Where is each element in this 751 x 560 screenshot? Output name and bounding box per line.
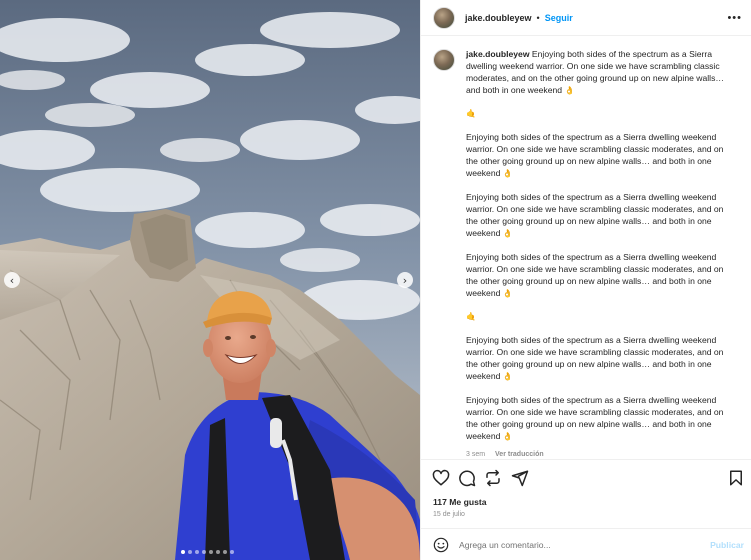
caption-emoji: 👌 bbox=[502, 229, 513, 238]
caption-avatar[interactable] bbox=[433, 49, 455, 71]
carousel-dot bbox=[230, 550, 234, 554]
caption-paragraph: 🤙 bbox=[466, 312, 476, 321]
comment-input[interactable] bbox=[459, 539, 699, 550]
climber-photo bbox=[0, 0, 420, 560]
share-icon[interactable] bbox=[511, 469, 529, 487]
caption-meta: 3 sem Ver traducción bbox=[466, 449, 732, 459]
caption-emoji: 👌 bbox=[502, 432, 513, 441]
likes-count[interactable]: 117 Me gusta bbox=[433, 497, 487, 507]
publish-button[interactable]: Publicar bbox=[710, 540, 744, 550]
caption-emoji: 👌 bbox=[564, 86, 575, 95]
caption-paragraph: 🤙 bbox=[466, 109, 476, 118]
repost-icon[interactable] bbox=[484, 469, 502, 487]
chevron-right-icon: › bbox=[402, 273, 408, 287]
bookmark-icon[interactable] bbox=[727, 469, 745, 487]
caption-paragraph: Enjoying both sides of the spectrum as a… bbox=[466, 131, 732, 180]
follow-button[interactable]: Seguir bbox=[545, 13, 573, 23]
carousel-dot bbox=[202, 550, 206, 554]
post-time-ago: 3 sem bbox=[466, 451, 486, 458]
caption-emoji: 👌 bbox=[502, 289, 513, 298]
caption-body: jake.doubleyew Enjoying both sides of th… bbox=[466, 48, 732, 459]
avatar[interactable] bbox=[433, 6, 455, 29]
chevron-left-icon: ‹ bbox=[9, 273, 15, 287]
more-options-icon[interactable]: ••• bbox=[727, 12, 742, 24]
carousel-dot bbox=[188, 550, 192, 554]
comments-scroll-area[interactable]: jake.doubleyew Enjoying both sides of th… bbox=[421, 37, 751, 459]
caption-username[interactable]: jake.doubleyew bbox=[466, 49, 530, 59]
like-heart-icon[interactable] bbox=[432, 469, 450, 487]
translate-link[interactable]: Ver traducción bbox=[495, 451, 544, 458]
caption-paragraph: Enjoying both sides of the spectrum as a… bbox=[466, 251, 732, 300]
comment-composer: Publicar bbox=[421, 528, 751, 560]
caption-paragraph: Enjoying both sides of the spectrum as a… bbox=[466, 334, 732, 383]
caption-paragraph: Enjoying both sides of the spectrum as a… bbox=[466, 191, 732, 240]
post-date: 15 de julio bbox=[433, 511, 465, 518]
caption-paragraph: Enjoying both sides of the spectrum as a… bbox=[466, 394, 732, 443]
carousel-dot bbox=[223, 550, 227, 554]
emoji-picker-icon[interactable] bbox=[433, 537, 449, 553]
action-bar bbox=[421, 459, 751, 495]
carousel-indicator bbox=[181, 550, 234, 554]
carousel-dot bbox=[181, 550, 185, 554]
carousel-prev-button[interactable]: ‹ bbox=[4, 272, 20, 288]
caption-first-paragraph: jake.doubleyew Enjoying both sides of th… bbox=[466, 48, 732, 97]
header-separator: • bbox=[536, 12, 540, 23]
caption: jake.doubleyew Enjoying both sides of th… bbox=[433, 48, 740, 459]
post-sidebar: jake.doubleyew • Seguir ••• jake.doubley… bbox=[420, 0, 751, 560]
post-header: jake.doubleyew • Seguir ••• bbox=[421, 0, 751, 36]
carousel-dot bbox=[209, 550, 213, 554]
caption-emoji: 👌 bbox=[502, 169, 513, 178]
carousel-dot bbox=[216, 550, 220, 554]
post-media[interactable]: ‹ › bbox=[0, 0, 420, 560]
caption-emoji: 👌 bbox=[502, 372, 513, 381]
carousel-dot bbox=[195, 550, 199, 554]
author-username[interactable]: jake.doubleyew bbox=[465, 13, 532, 23]
carousel-next-button[interactable]: › bbox=[397, 272, 413, 288]
comment-icon[interactable] bbox=[458, 469, 476, 487]
